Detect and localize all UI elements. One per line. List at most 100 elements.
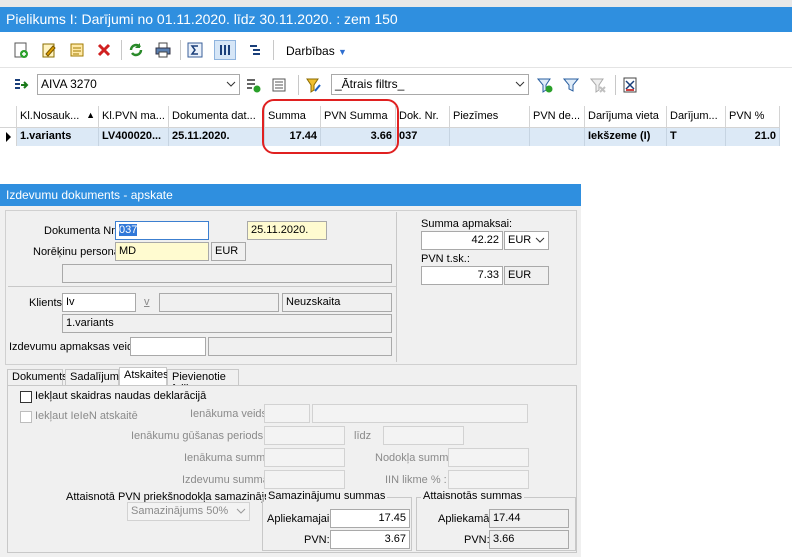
- filter-clear-icon[interactable]: [589, 76, 607, 94]
- table-cell[interactable]: 1.variants: [17, 128, 99, 146]
- quick-filter-select[interactable]: _Ātrais filtrs_: [331, 74, 529, 95]
- toolbar-main: Darbības ▼: [0, 32, 792, 68]
- payment-type-field[interactable]: [130, 337, 206, 356]
- ieien-report-label: Iekļaut IeIeN atskaitē: [35, 410, 138, 422]
- column-header-document-date[interactable]: Dokumenta dat...: [169, 106, 265, 128]
- column-header-client-vat[interactable]: Kl.PVN ma...: [99, 106, 169, 128]
- actions-menu[interactable]: Darbības ▼: [286, 44, 347, 58]
- table-cell[interactable]: 037: [396, 128, 450, 146]
- report-icon[interactable]: [621, 76, 639, 94]
- justified-sums-title: Attaisnotās summas: [421, 490, 525, 502]
- doc-date-field[interactable]: 25.11.2020.: [247, 221, 327, 240]
- pvn-label: PVN:: [304, 534, 330, 546]
- edit-icon[interactable]: [40, 41, 58, 59]
- row-indicator[interactable]: [0, 128, 17, 146]
- doc-nr-field[interactable]: 037: [115, 221, 209, 240]
- income-type-field[interactable]: [264, 404, 310, 423]
- sort-ascending-icon: ▲: [86, 110, 95, 120]
- income-period-label: Ienākumu gūšanas periods:: [131, 430, 267, 442]
- tab-distribution[interactable]: Sadalījums: [65, 369, 124, 385]
- sum-icon[interactable]: [186, 41, 204, 59]
- table-cell[interactable]: LV400020...: [99, 128, 169, 146]
- income-period-from-field[interactable]: [264, 426, 345, 445]
- print-icon[interactable]: [154, 41, 172, 59]
- client-field[interactable]: Iv: [62, 293, 136, 312]
- window-title: Pielikums I: Darījumi no 01.11.2020. līd…: [6, 11, 398, 27]
- column-header-vat-rate[interactable]: PVN %: [726, 106, 780, 128]
- tab-document[interactable]: Dokuments: [7, 369, 68, 385]
- reduction-sums-title: Samazinājumu summas: [266, 490, 388, 502]
- expense-sum-field[interactable]: [264, 470, 345, 489]
- cash-declaration-checkbox[interactable]: [20, 391, 32, 403]
- currency-field: EUR: [211, 242, 246, 261]
- base-field[interactable]: 17.45: [330, 509, 410, 528]
- table-cell[interactable]: T: [667, 128, 726, 146]
- sum-currency-select[interactable]: EUR: [504, 231, 549, 250]
- toolbar-separator: [273, 40, 274, 60]
- column-header-notes[interactable]: Piezīmes: [450, 106, 530, 128]
- payment-type-name-field: [208, 337, 392, 356]
- pvn2-label: PVN:: [464, 534, 490, 546]
- column-header-transaction-place[interactable]: Darījuma vieta: [585, 106, 667, 128]
- client-name-field: 1.variants: [62, 314, 392, 333]
- add-list-icon[interactable]: [244, 76, 262, 94]
- highlight-annotation: [262, 99, 399, 154]
- delete-icon[interactable]: [95, 41, 113, 59]
- payment-type-label: Izdevumu apmaksas veids:: [9, 341, 142, 353]
- table-cell[interactable]: 25.11.2020.: [169, 128, 265, 146]
- vat-field[interactable]: 7.33: [421, 266, 503, 285]
- separator: [8, 286, 396, 287]
- vat-reduction-select[interactable]: Samazinājums 50%: [127, 502, 250, 521]
- column-header-vat-decl[interactable]: PVN de...: [530, 106, 585, 128]
- client-label: Klients:: [29, 297, 66, 309]
- iin-rate-field[interactable]: [448, 470, 529, 489]
- ieien-report-checkbox[interactable]: [20, 411, 32, 423]
- columns-icon[interactable]: [214, 40, 236, 60]
- dialog-title-bar: Izdevumu dokuments - apskate: [0, 184, 581, 206]
- dialog-title: Izdevumu dokuments - apskate: [6, 188, 173, 202]
- person-field[interactable]: MD: [115, 242, 209, 261]
- client-extra-field: [159, 293, 279, 312]
- tab-attached-files[interactable]: Pievienotie faili: [167, 369, 239, 395]
- tax-sum-label: Nodokļa summa:: [375, 452, 458, 464]
- window-title-bar: Pielikums I: Darījumi no 01.11.2020. līd…: [0, 7, 792, 32]
- base-label: Apliekamajai:: [267, 513, 333, 525]
- filter-edit-icon[interactable]: [305, 76, 323, 94]
- table-cell[interactable]: 21.0: [726, 128, 780, 146]
- taxable-field: 17.44: [489, 509, 569, 528]
- chevron-down-icon: [236, 506, 246, 516]
- client-extra-label: v: [144, 296, 150, 308]
- toolbar-separator: [298, 75, 299, 95]
- expense-sum-label: Izdevumu summa:: [182, 474, 272, 486]
- toolbar-separator: [615, 75, 616, 95]
- tree-icon[interactable]: [246, 41, 264, 59]
- toolbar-separator: [180, 40, 181, 60]
- refresh-icon[interactable]: [127, 41, 145, 59]
- income-sum-field[interactable]: [264, 448, 345, 467]
- edit-list-icon[interactable]: [68, 41, 86, 59]
- sum-field[interactable]: 42.22: [421, 231, 503, 250]
- column-header-doc-nr[interactable]: Dok. Nr.: [396, 106, 450, 128]
- table-cell[interactable]: [530, 128, 585, 146]
- import-icon[interactable]: [12, 76, 30, 94]
- doc-nr-label: Dokumenta Nr.:: [44, 225, 121, 237]
- table-cell[interactable]: [450, 128, 530, 146]
- filter-add-icon[interactable]: [536, 76, 554, 94]
- income-type-label: Ienākuma veids:: [190, 408, 271, 420]
- company-select[interactable]: AIVA 3270: [37, 74, 240, 95]
- pvn2-field: 3.66: [489, 530, 569, 549]
- tab-reports[interactable]: Atskaites: [119, 367, 169, 385]
- new-document-icon[interactable]: [12, 41, 30, 59]
- window-top-strip: [0, 0, 792, 7]
- vat-currency-field: EUR: [504, 266, 549, 285]
- income-period-to-field[interactable]: [383, 426, 464, 445]
- column-header-client-name[interactable]: Kl.Nosauk... ▲: [17, 106, 99, 128]
- pvn-field[interactable]: 3.67: [330, 530, 410, 549]
- tax-sum-field[interactable]: [448, 448, 529, 467]
- list-view-icon[interactable]: [270, 76, 288, 94]
- column-header-transaction-type[interactable]: Darījum...: [667, 106, 726, 128]
- client-type-field: Neuzskaita: [282, 293, 392, 312]
- table-cell[interactable]: Iekšzeme (I): [585, 128, 667, 146]
- filter-icon[interactable]: [562, 76, 580, 94]
- cash-declaration-label: Iekļaut skaidras naudas deklarācijā: [35, 390, 207, 402]
